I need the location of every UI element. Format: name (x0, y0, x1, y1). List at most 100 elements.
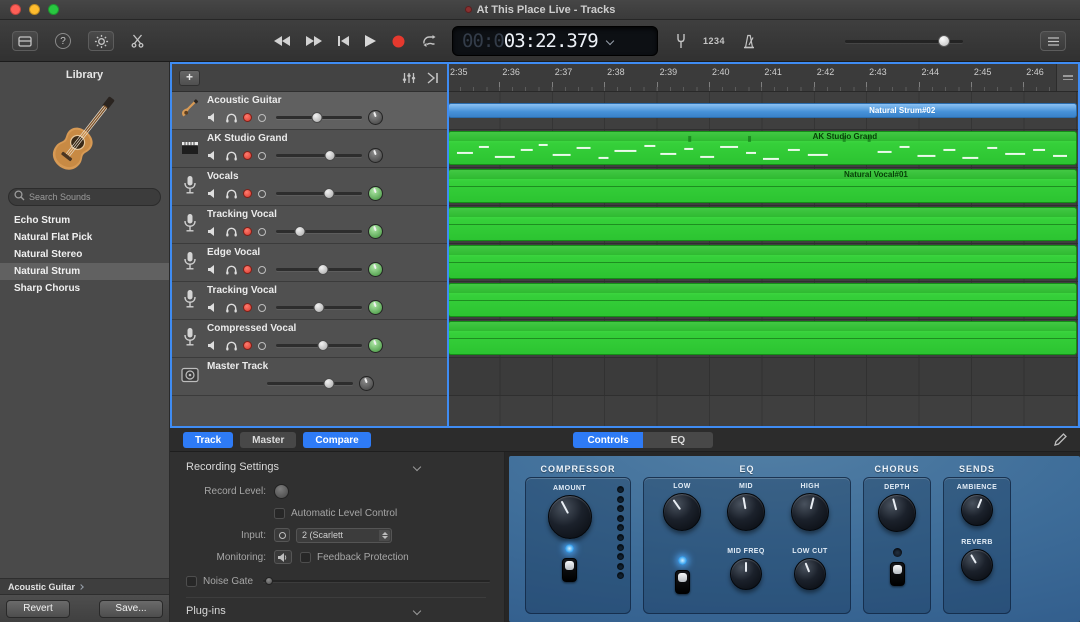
tuner-button[interactable] (676, 33, 686, 49)
search-sounds-input[interactable] (8, 188, 161, 206)
collapse-chevron-icon[interactable] (413, 463, 421, 471)
solo-button[interactable] (225, 189, 237, 199)
tab-master[interactable]: Master (240, 432, 296, 448)
ruler-options-button[interactable] (1056, 64, 1078, 91)
rewind-button[interactable] (274, 36, 290, 46)
revert-button[interactable]: Revert (6, 600, 70, 618)
pan-knob[interactable] (368, 262, 383, 277)
lcd-display[interactable]: 00:0 03:22.379 (452, 26, 658, 56)
lane-vocals[interactable]: Natural Vocal#01 (447, 168, 1078, 206)
input-stepper[interactable] (379, 530, 390, 541)
region-audio[interactable] (448, 207, 1077, 241)
current-patch-bar[interactable]: Acoustic Guitar (0, 578, 169, 594)
track-header-vocals[interactable]: Vocals (172, 168, 447, 206)
track-controls-button[interactable] (402, 72, 416, 84)
monitoring-button[interactable] (274, 550, 292, 564)
mute-button[interactable] (207, 227, 219, 237)
editor-button[interactable] (131, 34, 144, 48)
record-enable-button[interactable] (243, 113, 252, 122)
feedback-protection-checkbox[interactable] (300, 552, 311, 563)
track-volume-slider[interactable] (276, 188, 362, 199)
library-toggle-button[interactable] (12, 31, 38, 51)
lcd-mode-chevron-icon[interactable] (605, 37, 613, 45)
input-monitoring-button[interactable] (258, 266, 266, 274)
input-monitoring-button[interactable] (258, 304, 266, 312)
chorus-depth-knob[interactable] (878, 494, 916, 532)
eq-high-knob[interactable] (791, 493, 829, 531)
solo-button[interactable] (225, 227, 237, 237)
noise-gate-checkbox[interactable] (186, 576, 197, 587)
mute-button[interactable] (207, 151, 219, 161)
solo-button[interactable] (225, 265, 237, 275)
lane-tracking-vocal-2[interactable] (447, 282, 1078, 320)
zoom-window-button[interactable] (48, 4, 59, 15)
time-ruler[interactable]: 2:35 2:36 2:37 2:38 2:39 2:40 2:41 2:42 … (447, 64, 1078, 92)
quick-help-button[interactable]: ? (55, 33, 71, 49)
record-button[interactable] (392, 35, 405, 48)
region-natural-vocal[interactable]: Natural Vocal#01 (448, 169, 1077, 203)
eq-mid-knob[interactable] (727, 493, 765, 531)
track-header-acoustic-guitar[interactable]: Acoustic Guitar (172, 92, 447, 130)
region-audio[interactable] (448, 283, 1077, 317)
collapse-chevron-icon[interactable] (413, 607, 421, 615)
record-enable-button[interactable] (243, 265, 252, 274)
lane-edge-vocal[interactable] (447, 244, 1078, 282)
lane-ak-studio-grand[interactable]: AK Studio Grand (447, 130, 1078, 168)
chorus-switch[interactable] (890, 562, 905, 586)
reverb-send-knob[interactable] (961, 549, 993, 581)
eq-switch[interactable] (675, 570, 690, 594)
forward-button[interactable] (306, 36, 322, 46)
pan-knob[interactable] (368, 148, 383, 163)
region-ak-studio-grand[interactable]: AK Studio Grand (448, 131, 1077, 165)
close-window-button[interactable] (10, 4, 21, 15)
tab-compare[interactable]: Compare (303, 432, 370, 448)
input-monitoring-button[interactable] (258, 152, 266, 160)
ambience-send-knob[interactable] (961, 494, 993, 526)
master-volume-slider[interactable] (267, 378, 353, 389)
mute-button[interactable] (207, 265, 219, 275)
library-item-sharp-chorus[interactable]: Sharp Chorus (0, 280, 169, 297)
go-to-beginning-button[interactable] (338, 36, 349, 46)
record-enable-button[interactable] (243, 303, 252, 312)
lane-tracking-vocal-1[interactable] (447, 206, 1078, 244)
edit-mode-button[interactable] (1053, 432, 1068, 447)
track-volume-slider[interactable] (276, 226, 362, 237)
solo-button[interactable] (225, 303, 237, 313)
pan-knob[interactable] (368, 110, 383, 125)
count-in-button[interactable]: 1234 (703, 36, 725, 46)
track-volume-slider[interactable] (276, 340, 362, 351)
track-header-compressed-vocal[interactable]: Compressed Vocal (172, 320, 447, 358)
solo-button[interactable] (225, 151, 237, 161)
cycle-button[interactable] (421, 35, 438, 47)
record-enable-button[interactable] (243, 341, 252, 350)
region-natural-strum[interactable]: Natural Strum#02 (448, 103, 1077, 118)
library-item-natural-strum[interactable]: Natural Strum (0, 263, 169, 280)
library-item-echo-strum[interactable]: Echo Strum (0, 212, 169, 229)
solo-button[interactable] (225, 341, 237, 351)
pan-knob[interactable] (368, 186, 383, 201)
catch-playhead-button[interactable] (426, 72, 440, 84)
minimize-window-button[interactable] (29, 4, 40, 15)
track-header-ak-studio-grand[interactable]: AK Studio Grand (172, 130, 447, 168)
play-button[interactable] (365, 35, 376, 47)
noise-gate-slider[interactable] (263, 576, 490, 586)
lane-compressed-vocal[interactable] (447, 320, 1078, 358)
record-level-knob[interactable] (274, 484, 289, 499)
pan-knob[interactable] (368, 224, 383, 239)
record-enable-button[interactable] (243, 227, 252, 236)
eq-low-cut-knob[interactable] (794, 558, 826, 590)
settings-button[interactable] (88, 31, 114, 51)
eq-low-knob[interactable] (663, 493, 701, 531)
lane-acoustic-guitar[interactable]: Natural Strum#02 (447, 92, 1078, 130)
master-volume-slider[interactable] (845, 35, 963, 47)
auto-level-checkbox[interactable] (274, 508, 285, 519)
eq-mid-freq-knob[interactable] (730, 558, 762, 590)
track-volume-slider[interactable] (276, 264, 362, 275)
record-enable-button[interactable] (243, 151, 252, 160)
track-header-edge-vocal[interactable]: Edge Vocal (172, 244, 447, 282)
track-header-master[interactable]: Master Track (172, 358, 447, 396)
track-volume-slider[interactable] (276, 112, 362, 123)
metronome-button[interactable] (742, 34, 756, 49)
compressor-switch[interactable] (562, 558, 577, 582)
input-format-button[interactable] (274, 528, 290, 542)
